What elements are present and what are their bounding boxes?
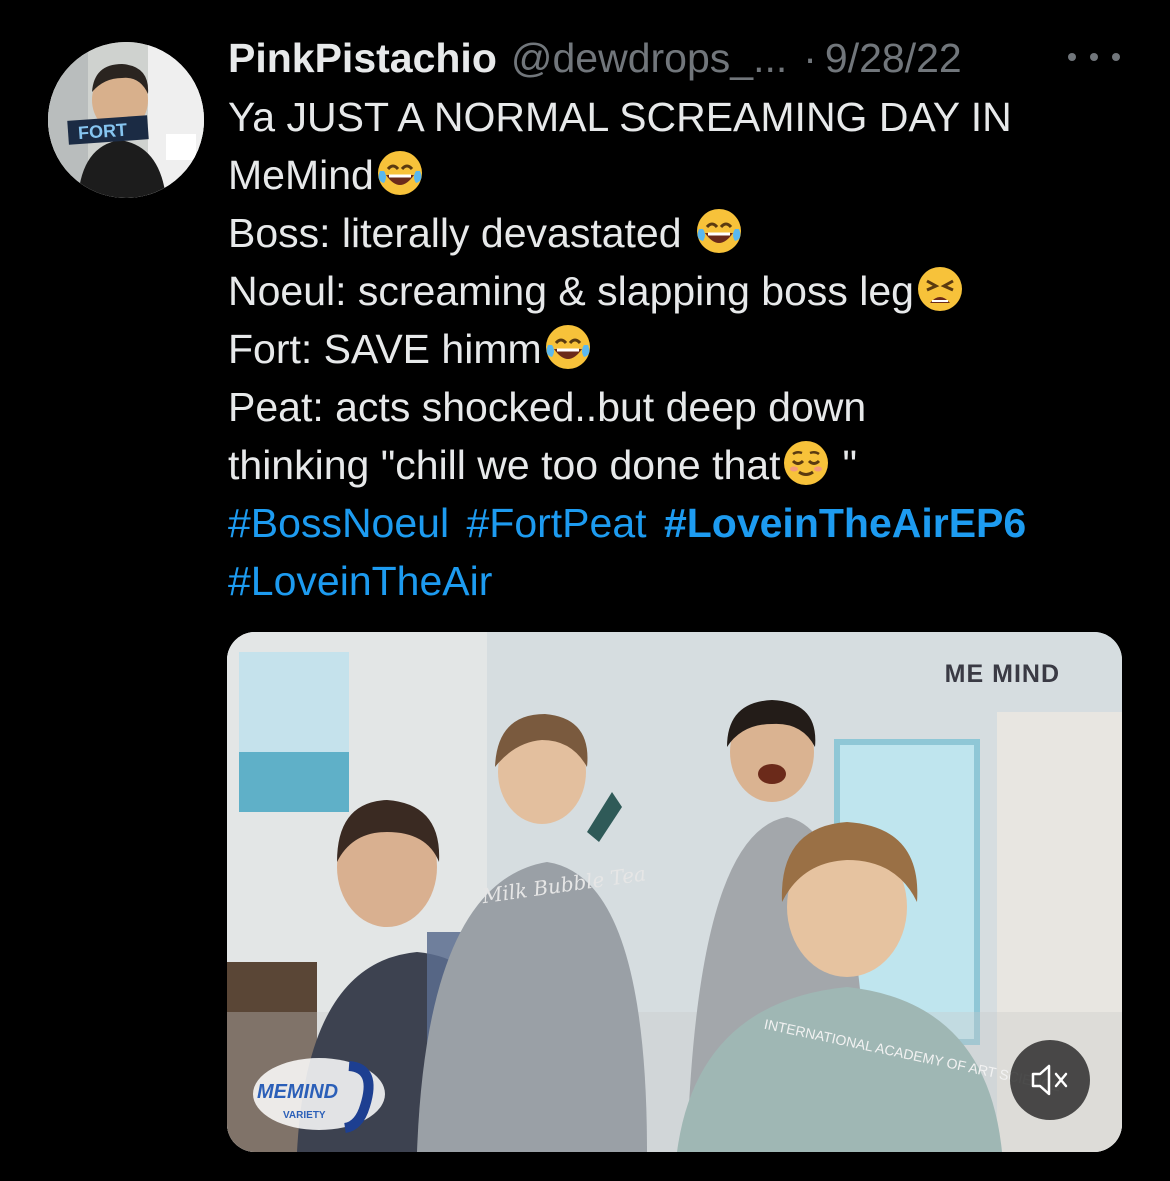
tweet-line-3-text: Boss: literally devastated (228, 210, 693, 256)
hashtag-loveintheair[interactable]: #LoveinTheAir (228, 558, 492, 604)
face-with-tears-of-joy-icon (545, 325, 590, 369)
tweet[interactable]: FORT PinkPistachio @dewdrops_... · 9/28/… (0, 0, 1170, 1181)
hashtag-fortpeat[interactable]: #FortPeat (466, 500, 646, 546)
separator-dot: · (803, 34, 817, 81)
logo-text: MEMIND (257, 1081, 338, 1103)
tweet-text: Ya JUST A NORMAL SCREAMING DAY IN MeMind… (228, 88, 1128, 610)
speaker-muted-icon (1031, 1064, 1068, 1096)
tweet-date[interactable]: 9/28/22 (825, 35, 962, 82)
avatar[interactable]: FORT (48, 42, 204, 198)
mute-button[interactable] (1010, 1040, 1090, 1120)
tweet-line-6-text: Peat: acts shocked..but deep down (228, 384, 867, 430)
tweet-video[interactable]: Milk Bubble Tea INTERNATIONAL ACADEMY OF… (227, 632, 1122, 1152)
tweet-line-4: Noeul: screaming & slapping boss leg (228, 262, 1128, 320)
tweet-line-7-text: thinking "chill we too done that (228, 442, 781, 488)
tweet-line-2-text: MeMind (228, 152, 374, 198)
tweet-line-7-end: " (842, 442, 858, 488)
face-with-tears-of-joy-icon (696, 209, 741, 253)
hashtag-line-1: #BossNoeul #FortPeat #LoveinTheAirEP6 (228, 494, 1128, 552)
tweet-line-2: MeMind (228, 146, 1128, 204)
logo-sub: VARIETY (283, 1110, 326, 1121)
face-with-tears-of-joy-icon (377, 151, 422, 195)
memind-variety-logo: MEMIND VARIETY (253, 1058, 385, 1133)
tweet-line-6: Peat: acts shocked..but deep down (228, 378, 1128, 436)
avatar-image: FORT (48, 42, 204, 198)
tweet-line-5-text: Fort: SAVE himm (228, 326, 542, 372)
tweet-line-1: Ya JUST A NORMAL SCREAMING DAY IN (228, 88, 1128, 146)
avatar-label: FORT (77, 120, 127, 143)
display-name[interactable]: PinkPistachio (228, 35, 497, 82)
tweet-line-7: thinking "chill we too done that " (228, 436, 1128, 494)
tweet-header: PinkPistachio @dewdrops_... · 9/28/22 (228, 30, 1128, 86)
hashtag-bossnoeul[interactable]: #BossNoeul (228, 500, 449, 546)
more-options-icon[interactable] (1068, 40, 1120, 74)
tweet-line-3: Boss: literally devastated (228, 204, 1128, 262)
user-handle[interactable]: @dewdrops_... (511, 35, 787, 82)
tweet-line-1-text: Ya JUST A NORMAL SCREAMING DAY IN (228, 94, 1012, 140)
relieved-face-icon (784, 441, 829, 485)
tweet-line-5: Fort: SAVE himm (228, 320, 1128, 378)
tired-face-icon (918, 267, 962, 311)
hashtag-loveintheairep6[interactable]: #LoveinTheAirEP6 (664, 500, 1026, 546)
tweet-line-4-text: Noeul: screaming & slapping boss leg (228, 268, 914, 314)
hashtag-line-2: #LoveinTheAir (228, 552, 1128, 610)
memind-watermark: ME MIND (944, 660, 1060, 688)
